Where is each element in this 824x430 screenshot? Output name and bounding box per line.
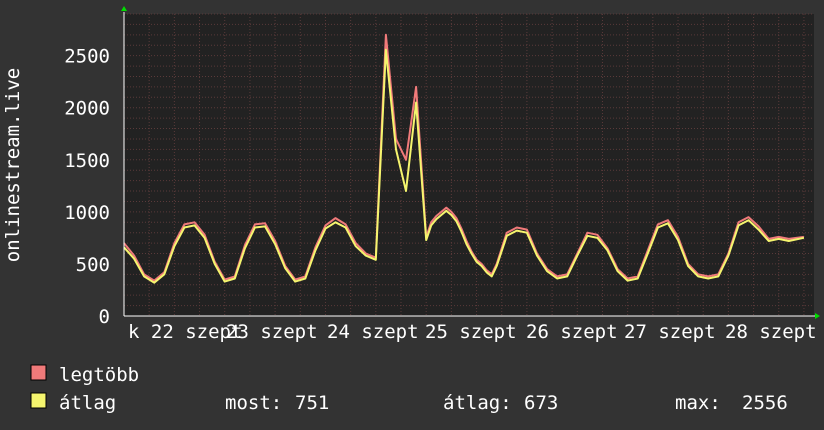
legend-label-legtobb: legtöbb bbox=[59, 364, 139, 386]
stat-avg-value: 673 bbox=[524, 392, 558, 414]
stat-now-value: 751 bbox=[295, 392, 329, 414]
y-tick-label: 1000 bbox=[64, 202, 110, 224]
y-tick-label: 2500 bbox=[64, 46, 110, 68]
y-tick-label: 500 bbox=[76, 254, 110, 276]
plot-area bbox=[124, 14, 814, 316]
x-axis-ticks: k 22 szept23 szept 24 szept 25 szept 26 sze… bbox=[128, 321, 817, 343]
stat-avg-label: átlag: bbox=[443, 392, 512, 414]
legend-swatch-atlag bbox=[30, 392, 47, 409]
x-tick-label: 26 szept bbox=[526, 321, 618, 343]
traffic-chart: 05001000150020002500 k 22 szept23 szept 2… bbox=[0, 0, 824, 430]
stat-max-label: max: bbox=[675, 392, 721, 414]
legend-swatch-legtobb bbox=[30, 364, 47, 381]
y-tick-label: 1500 bbox=[64, 150, 110, 172]
y-tick-label: 0 bbox=[99, 306, 110, 328]
x-tick-label: 23 szept bbox=[226, 321, 318, 343]
stat-max-value: 2556 bbox=[742, 392, 788, 414]
y-axis-label: onlinestream.live bbox=[2, 68, 24, 262]
y-tick-label: 2000 bbox=[64, 98, 110, 120]
x-tick-label: 25 szept bbox=[425, 321, 517, 343]
legend-label-atlag: átlag bbox=[59, 392, 116, 414]
x-tick-label: 27 szept bbox=[624, 321, 716, 343]
stat-now-label: most: bbox=[225, 392, 282, 414]
x-tick-label: 24 szept bbox=[327, 321, 419, 343]
x-tick-label: 28 szept bbox=[725, 321, 817, 343]
